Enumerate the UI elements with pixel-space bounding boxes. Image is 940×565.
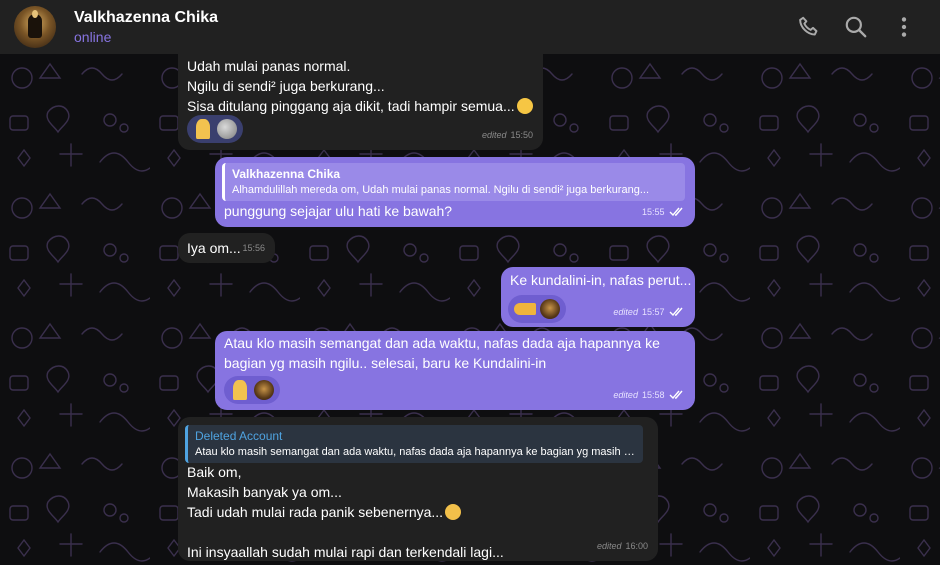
fearful-emoji-icon — [445, 504, 462, 520]
read-check-icon — [669, 307, 683, 316]
message-outgoing[interactable]: Ke kundalini-in, nafas perut... edited 15… — [501, 267, 695, 327]
point-left-reaction-icon[interactable] — [514, 303, 536, 315]
online-status: online — [74, 29, 112, 45]
message-meta: edited 15:57 — [613, 302, 685, 322]
reply-author: Valkhazenna Chika — [232, 167, 341, 181]
sticker-reaction-icon[interactable] — [540, 299, 560, 319]
reply-author: Deleted Account — [195, 429, 283, 443]
avatar[interactable] — [14, 6, 56, 48]
message-time: 15:55 — [641, 207, 665, 217]
message-meta: edited 15:58 — [613, 385, 685, 405]
message-text: Iya om... — [187, 240, 241, 256]
reactions[interactable] — [224, 376, 280, 404]
message-outgoing[interactable]: Valkhazenna Chika Alhamdulillah mereda o… — [215, 157, 695, 227]
more-vert-icon[interactable] — [891, 14, 917, 40]
chat-header[interactable]: Valkhazenna Chika online — [0, 0, 940, 54]
moon-face-reaction-icon[interactable] — [217, 119, 237, 139]
message-time: 15:56 — [242, 243, 265, 253]
reactions[interactable] — [187, 115, 243, 143]
pain-emoji-icon — [516, 98, 533, 114]
reply-text: Alhamdulillah mereda om, Udah mulai pana… — [232, 184, 649, 196]
message-incoming[interactable]: Udah mulai panas normal. Ngilu di sendi²… — [178, 40, 543, 150]
chat-title[interactable]: Valkhazenna Chika — [74, 9, 218, 27]
message-meta: 15:55 — [642, 202, 685, 222]
message-time: 15:57 — [641, 307, 665, 317]
message-time: 15:58 — [641, 390, 665, 400]
message-outgoing[interactable]: Atau klo masih semangat dan ada waktu, n… — [215, 331, 695, 410]
read-check-icon — [669, 390, 683, 399]
reply-quote[interactable]: Valkhazenna Chika Alhamdulillah mereda o… — [222, 163, 685, 201]
reactions[interactable] — [508, 295, 566, 323]
search-icon[interactable] — [843, 14, 869, 40]
reply-text: Atau klo masih semangat dan ada waktu, n… — [195, 446, 635, 458]
message-meta: edited 16:00 — [596, 541, 648, 551]
message-incoming[interactable]: Iya om... 15:56 — [178, 233, 275, 263]
message-text: Atau klo masih semangat dan ada waktu, n… — [224, 335, 660, 371]
message-meta: 15:56 — [242, 238, 265, 258]
message-text: Udah mulai panas normal. Ngilu di sendi²… — [187, 58, 515, 114]
message-time: 16:00 — [625, 541, 648, 551]
pray-reaction-icon[interactable] — [233, 380, 247, 400]
message-time: 15:50 — [510, 130, 533, 140]
pray-reaction-icon[interactable] — [196, 119, 210, 139]
message-text: Ke kundalini-in, nafas perut... — [510, 272, 692, 288]
read-check-icon — [669, 207, 683, 216]
message-text: Baik om, Makasih banyak ya om... Tadi ud… — [187, 464, 504, 560]
message-incoming[interactable]: Deleted Account Atau klo masih semangat … — [178, 417, 658, 561]
message-text: punggung sejajar ulu hati ke bawah? — [224, 203, 453, 219]
reply-quote[interactable]: Deleted Account Atau klo masih semangat … — [185, 425, 643, 463]
phone-icon[interactable] — [796, 14, 822, 40]
sticker-reaction-icon[interactable] — [254, 380, 274, 400]
message-meta: edited 15:50 — [481, 130, 533, 140]
